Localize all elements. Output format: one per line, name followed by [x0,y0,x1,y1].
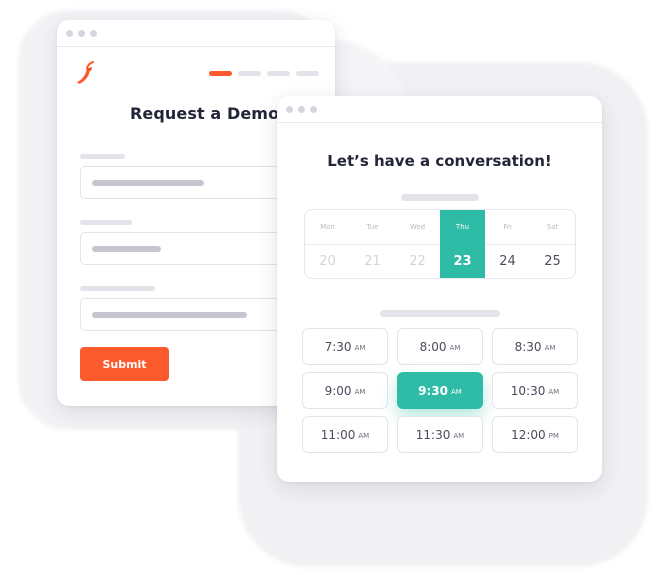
time-slot-ampm: AM [453,431,465,440]
time-slot-time: 11:30 [415,427,451,442]
time-slot-ampm: AM [354,343,366,352]
weekday-label-mon: Mon [305,210,350,244]
date-row: 20 21 22 23 24 25 [305,244,575,278]
progress-step [296,71,319,76]
time-slot-ampm: AM [451,387,462,396]
time-slot-time: 10:30 [510,383,546,398]
time-slot-button[interactable]: 11:30 AM [397,416,483,453]
weekday-label-tue: Tue [350,210,395,244]
date-number: 21 [364,254,381,269]
time-slot-ampm: AM [358,431,370,440]
time-slot-time: 9:30 [418,383,449,398]
window-dot [310,106,317,113]
weekday-name: Thu [455,223,470,231]
time-slot-button[interactable]: 9:00 AM [302,372,388,409]
field-label-placeholder [80,154,125,159]
month-label-placeholder [401,194,479,201]
date-cell-25[interactable]: 25 [530,244,575,278]
weekday-name: Mon [320,223,335,231]
weekday-name: Wed [409,223,426,231]
date-number: 23 [453,254,472,269]
progress-step [238,71,261,76]
time-slot-button[interactable]: 9:30 AM [397,372,483,409]
window-dot [66,30,73,37]
date-cell-23[interactable]: 23 [440,244,485,278]
window-controls [286,106,317,113]
time-slot-button[interactable]: 8:00 AM [397,328,483,365]
form-progress-steps [209,71,319,76]
weekday-name: Fri [503,223,512,231]
scheduler-window: Let’s have a conversation! Mon Tue Wed Thu F… [277,96,602,482]
window-controls [66,30,97,37]
field-text-placeholder [92,246,161,252]
time-slot-button[interactable]: 12:00 PM [492,416,578,453]
field-label-placeholder [80,286,155,291]
window-titlebar [277,96,602,123]
weekday-name: Sat [546,223,559,231]
time-slot-time: 11:00 [320,427,356,442]
time-slot-ampm: AM [544,343,556,352]
window-dot [286,106,293,113]
submit-button[interactable]: Submit [80,347,169,381]
time-slot-ampm: AM [449,343,461,352]
field-text-placeholder [92,312,247,318]
weekday-label-fri: Fri [485,210,530,244]
field-text-placeholder [92,180,204,186]
weekday-label-wed: Wed [395,210,440,244]
time-slot-button[interactable]: 11:00 AM [302,416,388,453]
date-cell-21: 21 [350,244,395,278]
time-slot-button[interactable]: 7:30 AM [302,328,388,365]
window-dot [78,30,85,37]
window-dot [90,30,97,37]
time-slot-time: 8:00 [419,339,447,354]
chili-pepper-logo-icon [77,61,94,84]
weekday-name: Tue [366,223,379,231]
date-cell-20: 20 [305,244,350,278]
weekday-header-row: Mon Tue Wed Thu Fri Sat [305,210,575,245]
time-slot-ampm: AM [354,387,366,396]
window-titlebar [57,20,335,47]
times-label-placeholder [380,310,500,317]
date-number: 22 [409,254,426,269]
date-number: 20 [319,254,336,269]
window-dot [298,106,305,113]
time-slot-button[interactable]: 8:30 AM [492,328,578,365]
date-picker: Mon Tue Wed Thu Fri Sat 20 21 22 23 24 25 [304,209,576,279]
form-title: Request a Demo [130,104,280,123]
weekday-label-thu: Thu [440,210,485,245]
date-cell-22: 22 [395,244,440,278]
date-cell-24[interactable]: 24 [485,244,530,278]
time-slot-ampm: AM [548,387,560,396]
time-slot-time: 7:30 [324,339,352,354]
time-slot-time: 12:00 [511,427,546,442]
date-number: 25 [544,254,561,269]
scheduler-title: Let’s have a conversation! [327,152,552,170]
field-label-placeholder [80,220,132,225]
time-slot-time: 8:30 [514,339,542,354]
time-slot-time: 9:00 [324,383,352,398]
time-slot-ampm: PM [548,431,559,440]
date-number: 24 [499,254,516,269]
progress-step-active [209,71,232,76]
time-slot-button[interactable]: 10:30 AM [492,372,578,409]
weekday-label-sat: Sat [530,210,575,244]
progress-step [267,71,290,76]
